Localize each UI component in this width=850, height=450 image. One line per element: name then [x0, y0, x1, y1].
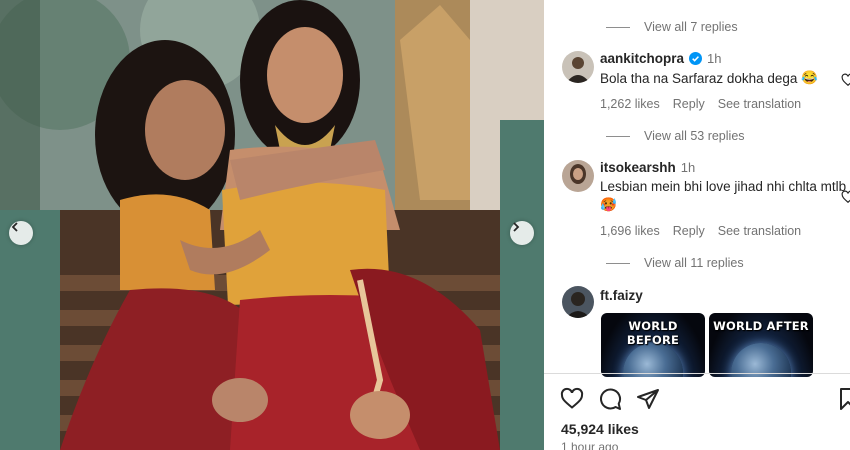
- comment-thumbnail[interactable]: WORLD AFTER: [709, 313, 813, 377]
- photo-illustration: [0, 0, 544, 450]
- like-heart-icon[interactable]: [560, 387, 584, 411]
- comment-time[interactable]: 1h: [707, 51, 721, 66]
- thumbnail-label: WORLD BEFORE: [626, 319, 680, 347]
- see-translation-button[interactable]: See translation: [718, 97, 801, 111]
- avatar-image: [562, 286, 594, 318]
- view-replies-label: View all 11 replies: [644, 256, 744, 270]
- globe-image: [731, 343, 791, 377]
- comment-image-thumbnails: WORLD BEFORE WORLD AFTER: [601, 313, 813, 377]
- like-comment-heart-icon[interactable]: [841, 190, 850, 204]
- view-replies-button[interactable]: View all 11 replies: [606, 256, 744, 270]
- post-photo: [0, 0, 544, 450]
- post-timestamp[interactable]: 1 hour ago: [561, 440, 618, 450]
- replies-divider-line: [606, 262, 630, 264]
- avatar[interactable]: [562, 51, 594, 83]
- comment-emoji: 😂: [801, 70, 819, 85]
- avatar[interactable]: [562, 160, 594, 192]
- comment-thumbnail[interactable]: WORLD BEFORE: [601, 313, 705, 377]
- verified-badge-icon: [689, 52, 703, 65]
- comment-reply-button[interactable]: Reply: [673, 224, 705, 238]
- comment-header: ft.faizy: [600, 288, 643, 303]
- comment-text-row: Bola tha na Sarfaraz dokha dega 😂: [600, 70, 818, 86]
- post-actions: [560, 387, 660, 411]
- comment-likes[interactable]: 1,262 likes: [600, 97, 660, 111]
- carousel-next-button[interactable]: [510, 221, 534, 245]
- comment-time[interactable]: 1h: [681, 160, 695, 175]
- comment-reply-button[interactable]: Reply: [673, 97, 705, 111]
- like-comment-heart-icon[interactable]: [841, 73, 850, 87]
- view-replies-button[interactable]: View all 53 replies: [606, 129, 745, 143]
- view-replies-button[interactable]: View all 7 replies: [606, 20, 738, 34]
- comment-meta: 1,696 likes Reply See translation: [600, 224, 801, 238]
- save-bookmark-icon[interactable]: [836, 387, 850, 411]
- share-paper-plane-icon[interactable]: [636, 387, 660, 411]
- comment-header: itsokearshh 1h: [600, 160, 695, 175]
- comment-likes[interactable]: 1,696 likes: [600, 224, 660, 238]
- comment-header: aankitchopra 1h: [600, 51, 722, 66]
- comment-username[interactable]: aankitchopra: [600, 51, 684, 66]
- comment-bubble-icon[interactable]: [598, 387, 622, 411]
- avatar[interactable]: [562, 286, 594, 318]
- comment-emoji: 🥵: [600, 197, 617, 212]
- actions-divider: [544, 373, 850, 374]
- comment-meta: 1,262 likes Reply See translation: [600, 97, 801, 111]
- comment-username[interactable]: itsokearshh: [600, 160, 676, 175]
- replies-divider-line: [606, 135, 630, 137]
- comment-username[interactable]: ft.faizy: [600, 288, 643, 303]
- comment-item: itsokearshh 1h Lesbian mein bhi love jih…: [562, 160, 850, 238]
- avatar-image: [562, 51, 594, 83]
- avatar-image: [562, 160, 594, 192]
- comment-text: Lesbian mein bhi love jihad nhi chlta mt…: [600, 179, 847, 194]
- thumbnail-label: WORLD AFTER: [713, 319, 809, 333]
- replies-divider-line: [606, 26, 630, 28]
- view-replies-label: View all 53 replies: [644, 129, 745, 143]
- comment-text-row-2: 🥵: [600, 197, 617, 213]
- carousel-prev-button[interactable]: [9, 221, 33, 245]
- comment-text-row: Lesbian mein bhi love jihad nhi chlta mt…: [600, 179, 846, 194]
- view-replies-label: View all 7 replies: [644, 20, 738, 34]
- chevron-right-icon: [513, 222, 520, 232]
- comment-text: Bola tha na Sarfaraz dokha dega: [600, 70, 798, 86]
- post-likes-count[interactable]: 45,924 likes: [561, 421, 639, 437]
- chevron-left-icon: [11, 222, 18, 232]
- comment-item: aankitchopra 1h Bola tha na Sarfaraz dok…: [562, 51, 850, 121]
- globe-image: [623, 343, 683, 377]
- see-translation-button[interactable]: See translation: [718, 224, 801, 238]
